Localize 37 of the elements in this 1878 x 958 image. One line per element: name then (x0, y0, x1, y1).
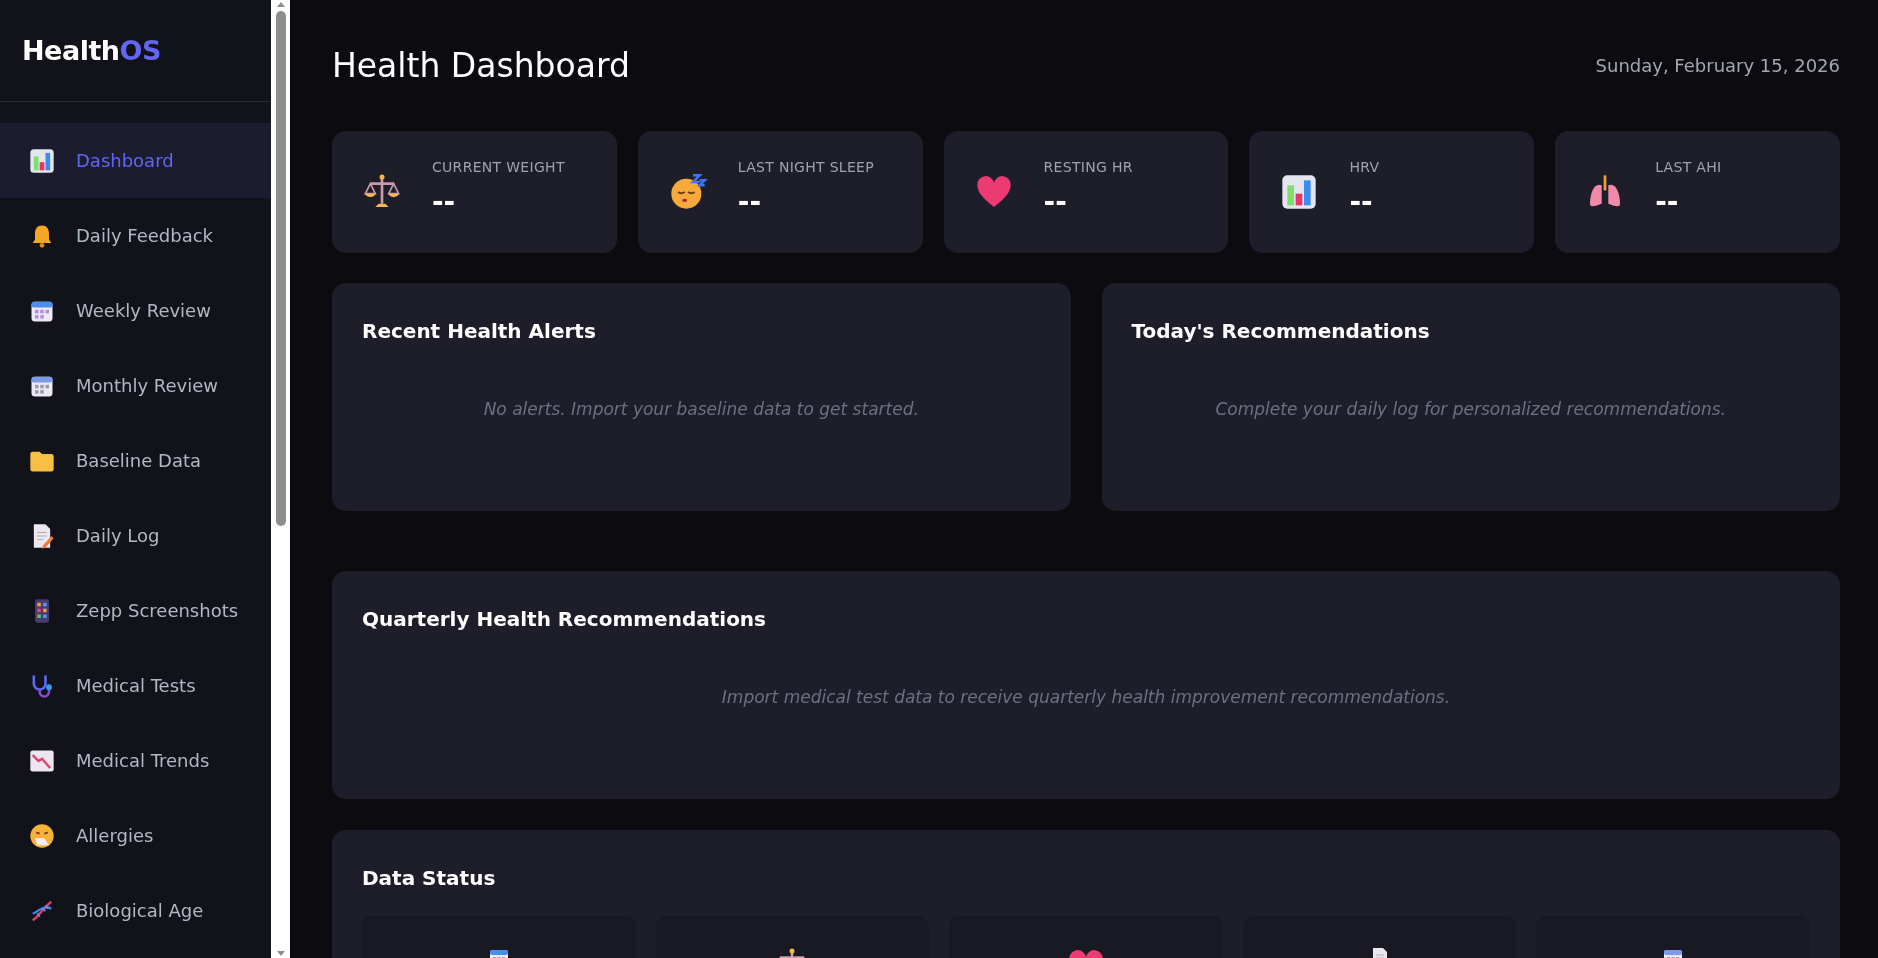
sneezing-face-icon (28, 821, 56, 850)
app-logo: HealthOS (22, 35, 161, 66)
stat-label: HRV (1349, 158, 1380, 175)
bar-chart-icon (28, 146, 56, 175)
sidebar-item[interactable]: Daily Feedback (0, 198, 271, 273)
sidebar-item[interactable]: Allergies (0, 798, 271, 873)
sidebar-item[interactable]: Baseline Data (0, 423, 271, 498)
empty-message: Complete your daily log for personalized recommendations. (1215, 399, 1726, 419)
stat-label: CURRENT WEIGHT (432, 158, 565, 175)
page-title: Health Dashboard (332, 46, 630, 85)
sidebar-item[interactable]: Dashboard (0, 123, 271, 198)
stat-value: -- (1655, 184, 1680, 218)
stat-value: -- (1043, 184, 1068, 218)
sidebar-item[interactable]: Biological Age (0, 873, 271, 948)
panel-title: Data Status (362, 866, 497, 890)
panel-title: Recent Health Alerts (362, 319, 597, 343)
scroll-up-icon[interactable] (275, 0, 286, 8)
stat-value: -- (737, 184, 763, 218)
sidebar-item[interactable]: Monthly Review (0, 348, 271, 423)
sidebar-item[interactable]: Weekly Review (0, 273, 271, 348)
stat-label: LAST AHI (1655, 158, 1722, 175)
panel-title: Today's Recommendations (1131, 319, 1431, 343)
stat-value: -- (432, 184, 457, 218)
sidebar-item[interactable]: Medical Tests (0, 648, 271, 723)
scroll-down-icon[interactable] (275, 950, 286, 958)
empty-message: Import medical test data to receive quarterly health improvement recommendations. (721, 687, 1451, 707)
sidebar-item[interactable]: Daily Log (0, 498, 271, 573)
stat-label: RESTING HR (1043, 158, 1133, 175)
date-text: Sunday, February 15, 2026 (1595, 55, 1840, 76)
sidebar-item[interactable]: Zepp Screenshots (0, 573, 271, 648)
sidebar-item[interactable]: Medical Trends (0, 723, 271, 798)
stat-label: LAST NIGHT SLEEP (737, 158, 874, 175)
scrollbar-thumb[interactable] (275, 11, 286, 526)
scrollbar[interactable] (271, 0, 290, 958)
stat-value: -- (1349, 184, 1374, 218)
empty-message: No alerts. Import your baseline data to get started. (483, 399, 919, 419)
panel-title: Quarterly Health Recommendations (362, 607, 767, 631)
